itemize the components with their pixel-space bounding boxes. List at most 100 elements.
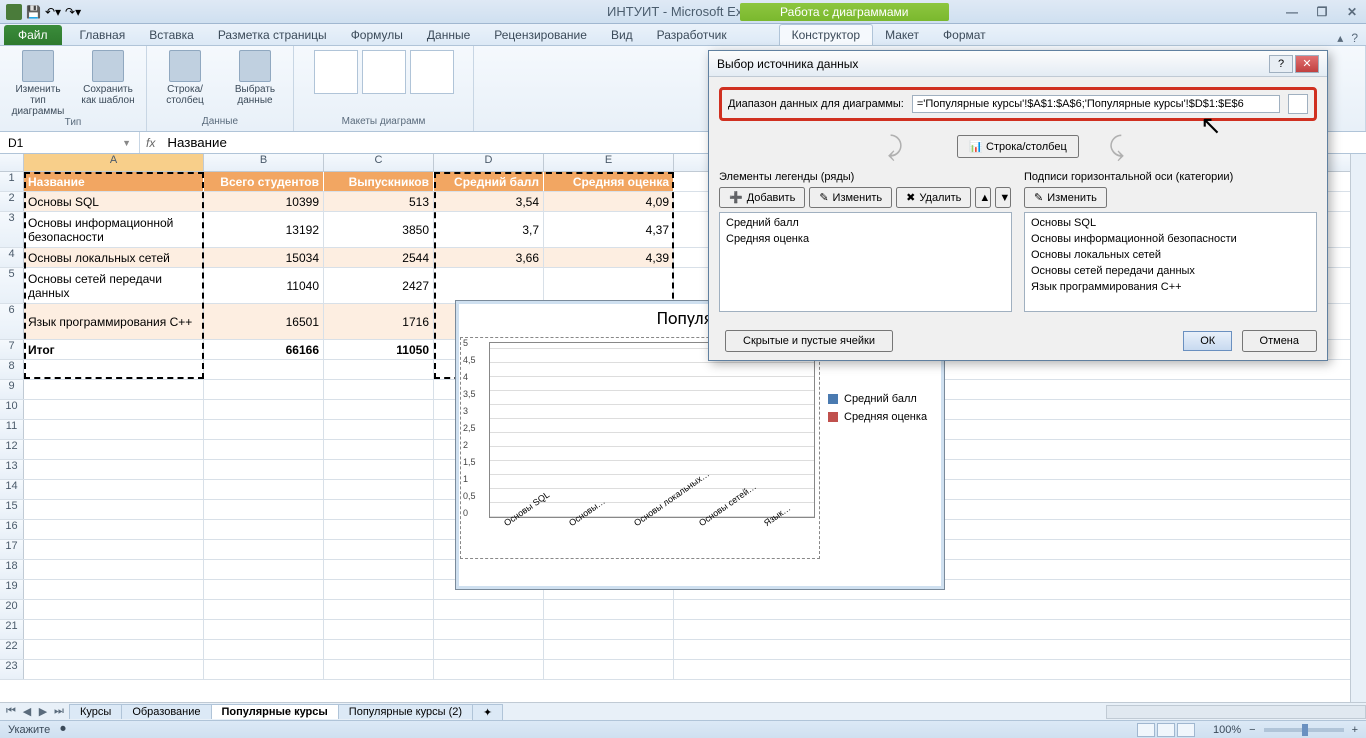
cell[interactable] bbox=[544, 620, 674, 639]
view-normal-icon[interactable] bbox=[1137, 723, 1155, 737]
cell[interactable] bbox=[434, 660, 544, 679]
cell[interactable]: Основы информационной безопасности bbox=[24, 212, 204, 247]
cell[interactable]: 3,7 bbox=[434, 212, 544, 247]
col-header-a[interactable]: A bbox=[24, 154, 204, 171]
cell[interactable] bbox=[24, 440, 204, 459]
new-sheet-icon[interactable]: ✦ bbox=[472, 704, 503, 720]
redo-icon[interactable]: ↷▾ bbox=[65, 5, 81, 19]
dialog-close-icon[interactable]: ✕ bbox=[1295, 55, 1319, 73]
axis-edit-button[interactable]: ✎ Изменить bbox=[1024, 187, 1107, 208]
cell[interactable] bbox=[204, 580, 324, 599]
cell[interactable] bbox=[544, 660, 674, 679]
tab-view[interactable]: Вид bbox=[599, 25, 645, 45]
row-header[interactable]: 3 bbox=[0, 212, 24, 247]
cell[interactable]: 16501 bbox=[204, 304, 324, 339]
cell[interactable] bbox=[434, 620, 544, 639]
cell[interactable] bbox=[324, 400, 434, 419]
cell[interactable]: Основы локальных сетей bbox=[24, 248, 204, 267]
sheet-tab[interactable]: Образование bbox=[121, 704, 211, 719]
cell[interactable] bbox=[324, 480, 434, 499]
cell[interactable] bbox=[204, 520, 324, 539]
tab-home[interactable]: Главная bbox=[68, 25, 138, 45]
legend-add-button[interactable]: ➕ Добавить bbox=[719, 187, 805, 208]
dialog-help-icon[interactable]: ? bbox=[1269, 55, 1293, 73]
tab-data[interactable]: Данные bbox=[415, 25, 482, 45]
cell[interactable] bbox=[24, 540, 204, 559]
range-picker-icon[interactable] bbox=[1288, 94, 1308, 114]
row-header[interactable]: 20 bbox=[0, 600, 24, 619]
row-header[interactable]: 14 bbox=[0, 480, 24, 499]
zoom-level[interactable]: 100% bbox=[1213, 724, 1241, 736]
cell[interactable] bbox=[24, 420, 204, 439]
row-header[interactable]: 8 bbox=[0, 360, 24, 379]
tab-chart-design[interactable]: Конструктор bbox=[779, 24, 873, 45]
cell[interactable]: Средний балл bbox=[434, 172, 544, 191]
row-header[interactable]: 16 bbox=[0, 520, 24, 539]
cell[interactable]: 4,09 bbox=[544, 192, 674, 211]
close-icon[interactable]: ✕ bbox=[1342, 5, 1362, 19]
switch-row-col-dialog-button[interactable]: 📊 Строка/столбец bbox=[957, 135, 1079, 158]
legend-move-up-button[interactable]: ▲ bbox=[975, 187, 991, 208]
cell[interactable]: Всего студентов bbox=[204, 172, 324, 191]
list-item[interactable]: Основы SQL bbox=[1027, 215, 1314, 231]
cell[interactable]: Язык программирования C++ bbox=[24, 304, 204, 339]
cell[interactable]: 13192 bbox=[204, 212, 324, 247]
cell[interactable]: Выпускников bbox=[324, 172, 434, 191]
row-header[interactable]: 13 bbox=[0, 460, 24, 479]
cell[interactable]: 4,37 bbox=[544, 212, 674, 247]
cell[interactable]: Итог bbox=[24, 340, 204, 359]
legend-listbox[interactable]: Средний балл Средняя оценка bbox=[719, 212, 1012, 312]
row-header[interactable]: 7 bbox=[0, 340, 24, 359]
cell[interactable] bbox=[24, 500, 204, 519]
cell[interactable] bbox=[324, 660, 434, 679]
row-header[interactable]: 21 bbox=[0, 620, 24, 639]
row-header[interactable]: 5 bbox=[0, 268, 24, 303]
row-header[interactable]: 23 bbox=[0, 660, 24, 679]
cell[interactable] bbox=[24, 580, 204, 599]
list-item[interactable]: Средняя оценка bbox=[722, 231, 1009, 247]
restore-icon[interactable]: ❐ bbox=[1312, 5, 1332, 19]
list-item[interactable]: Основы сетей передачи данных bbox=[1027, 263, 1314, 279]
cell[interactable] bbox=[434, 640, 544, 659]
view-break-icon[interactable] bbox=[1177, 723, 1195, 737]
cell[interactable]: 11050 bbox=[324, 340, 434, 359]
cell[interactable] bbox=[324, 460, 434, 479]
sheet-first-icon[interactable]: ⏮ bbox=[4, 705, 18, 718]
sheet-prev-icon[interactable]: ◀ bbox=[20, 705, 34, 718]
cell[interactable]: 3,66 bbox=[434, 248, 544, 267]
save-as-template-button[interactable]: Сохранитькак шаблон bbox=[78, 50, 138, 106]
cell[interactable]: 1716 bbox=[324, 304, 434, 339]
layout-gallery-item[interactable] bbox=[362, 50, 406, 94]
sheet-tab-active[interactable]: Популярные курсы bbox=[211, 704, 339, 719]
cell[interactable]: Основы сетей передачи данных bbox=[24, 268, 204, 303]
list-item[interactable]: Средний балл bbox=[722, 215, 1009, 231]
tab-chart-layout[interactable]: Макет bbox=[873, 25, 931, 45]
cancel-button[interactable]: Отмена bbox=[1242, 330, 1317, 352]
cell[interactable] bbox=[204, 500, 324, 519]
cell[interactable]: 2544 bbox=[324, 248, 434, 267]
row-header[interactable]: 4 bbox=[0, 248, 24, 267]
minimize-icon[interactable]: — bbox=[1282, 5, 1302, 19]
row-header[interactable]: 19 bbox=[0, 580, 24, 599]
save-icon[interactable]: 💾 bbox=[26, 5, 41, 19]
view-layout-icon[interactable] bbox=[1157, 723, 1175, 737]
vertical-scrollbar[interactable] bbox=[1350, 154, 1366, 702]
cell[interactable] bbox=[544, 268, 674, 303]
list-item[interactable]: Основы информационной безопасности bbox=[1027, 231, 1314, 247]
col-header-b[interactable]: B bbox=[204, 154, 324, 171]
sheet-next-icon[interactable]: ▶ bbox=[36, 705, 50, 718]
cell[interactable] bbox=[434, 268, 544, 303]
switch-row-col-button[interactable]: Строка/столбец bbox=[155, 50, 215, 106]
cell[interactable] bbox=[324, 560, 434, 579]
cell[interactable] bbox=[324, 580, 434, 599]
ok-button[interactable]: ОК bbox=[1183, 331, 1232, 351]
cell[interactable] bbox=[24, 380, 204, 399]
row-header[interactable]: 2 bbox=[0, 192, 24, 211]
tab-developer[interactable]: Разработчик bbox=[645, 25, 739, 45]
col-header-e[interactable]: E bbox=[544, 154, 674, 171]
cell[interactable] bbox=[324, 540, 434, 559]
cell[interactable] bbox=[24, 520, 204, 539]
cell[interactable]: Название bbox=[24, 172, 204, 191]
cell[interactable] bbox=[204, 480, 324, 499]
cell[interactable] bbox=[24, 620, 204, 639]
